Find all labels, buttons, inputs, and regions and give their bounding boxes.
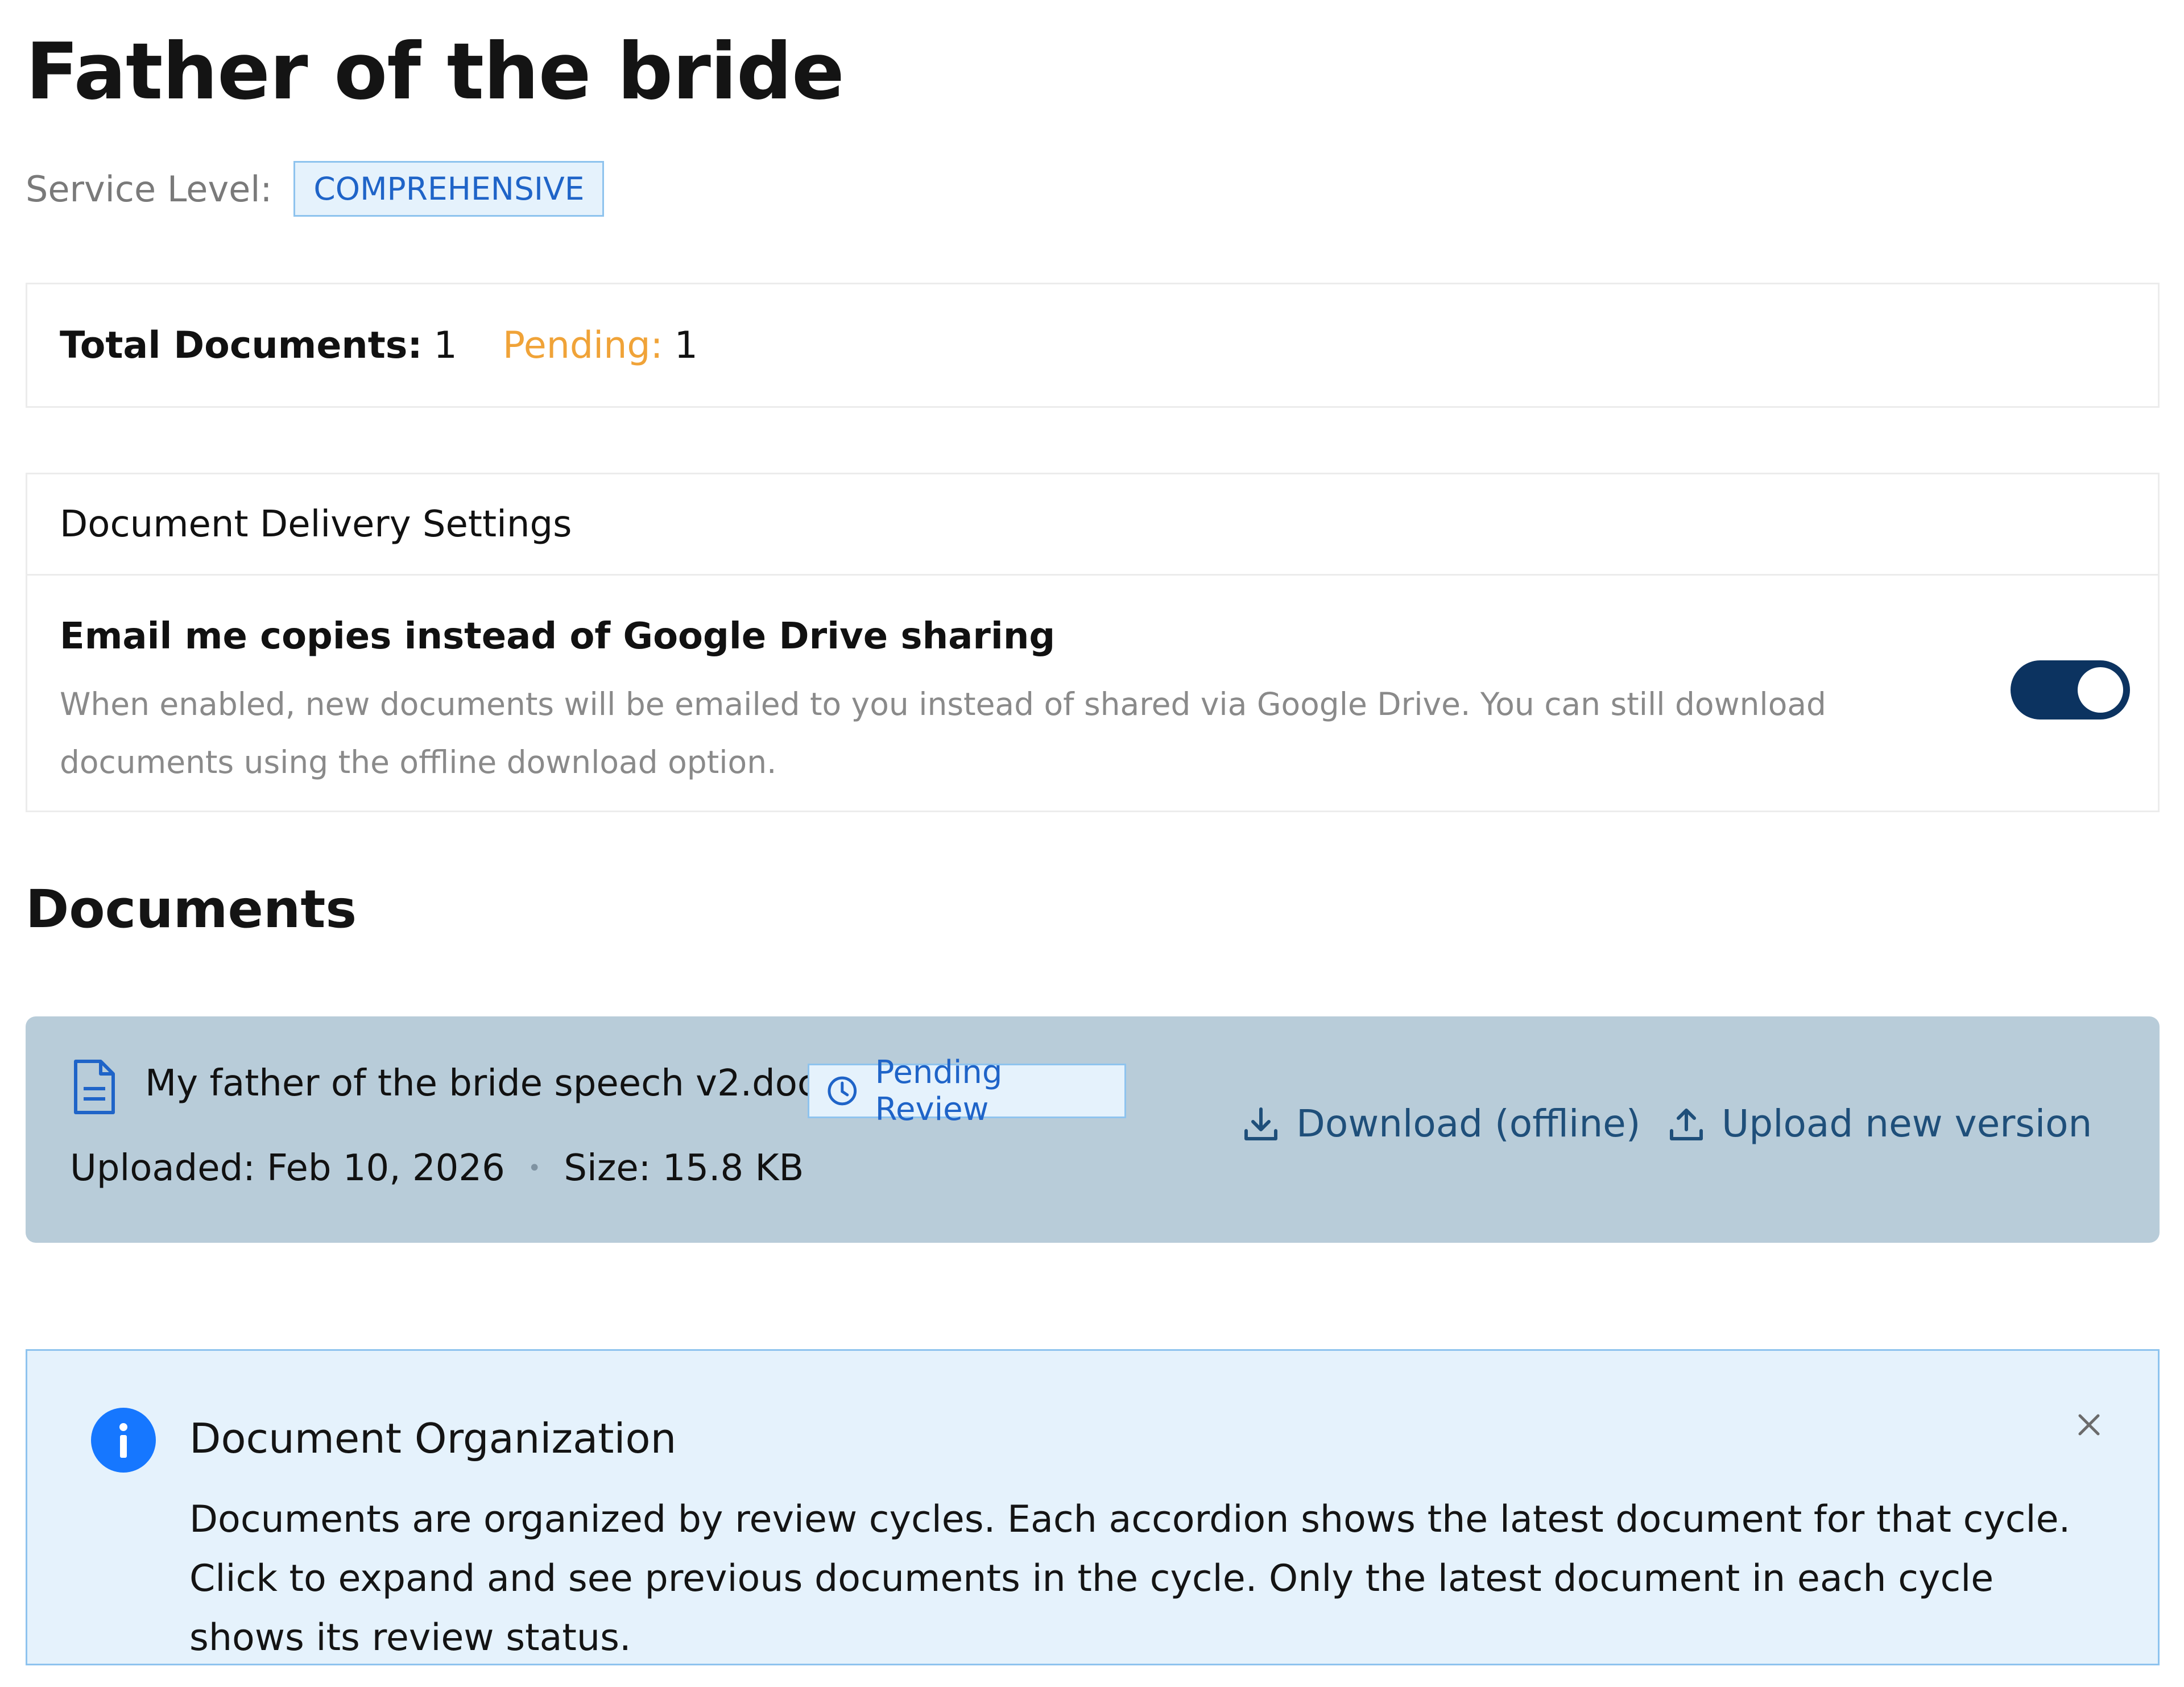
total-documents-label: Total Documents: (60, 324, 423, 367)
document-name[interactable]: My father of the bride speech v2.docx (145, 1062, 839, 1106)
info-alert-title: Document Organization (189, 1415, 677, 1462)
download-label: Download (offline) (1296, 1102, 1641, 1146)
info-alert: Document Organization Documents are orga… (26, 1349, 2160, 1665)
page-title: Father of the bride (26, 27, 845, 117)
upload-label: Upload new version (1722, 1102, 2092, 1146)
close-icon[interactable] (2066, 1402, 2112, 1448)
stats-card: Total Documents: 1 Pending: 1 (26, 283, 2160, 408)
clock-icon (828, 1076, 857, 1106)
delivery-settings-heading: Document Delivery Settings (27, 474, 2158, 576)
meta-separator: • (527, 1155, 541, 1181)
info-icon (91, 1408, 156, 1473)
pending-value: 1 (674, 324, 698, 367)
info-alert-text: Documents are organized by review cycles… (189, 1498, 2071, 1659)
service-level-label: Service Level: (26, 168, 272, 210)
document-meta: Uploaded: Feb 10, 2026 • Size: 15.8 KB (70, 1147, 804, 1189)
uploaded-date: Uploaded: Feb 10, 2026 (70, 1147, 505, 1189)
pending-label: Pending: (502, 324, 663, 367)
documents-heading: Documents (26, 879, 357, 940)
download-offline-button[interactable]: Download (offline) (1243, 1102, 1641, 1146)
delivery-settings-card: Document Delivery Settings Email me copi… (26, 473, 2160, 812)
total-documents-value: 1 (433, 324, 457, 367)
service-level-badge: COMPREHENSIVE (293, 160, 605, 217)
email-option-description: When enabled, new documents will be emai… (60, 686, 1826, 780)
page: Father of the bride Service Level: COMPR… (0, 0, 2184, 1687)
upload-new-version-button[interactable]: Upload new version (1668, 1102, 2092, 1146)
document-icon (71, 1059, 122, 1116)
document-card[interactable]: My father of the bride speech v2.docx Pe… (26, 1016, 2160, 1243)
email-copies-toggle[interactable] (2011, 660, 2130, 720)
status-badge: Pending Review (808, 1054, 1126, 1128)
email-option-title: Email me copies instead of Google Drive … (60, 615, 1056, 658)
toggle-knob (2078, 667, 2123, 713)
download-icon (1244, 1107, 1277, 1140)
service-level-row: Service Level: COMPREHENSIVE (26, 160, 605, 217)
file-size: Size: 15.8 KB (564, 1147, 804, 1189)
status-label: Pending Review (875, 1054, 1003, 1128)
upload-icon (1670, 1108, 1703, 1140)
